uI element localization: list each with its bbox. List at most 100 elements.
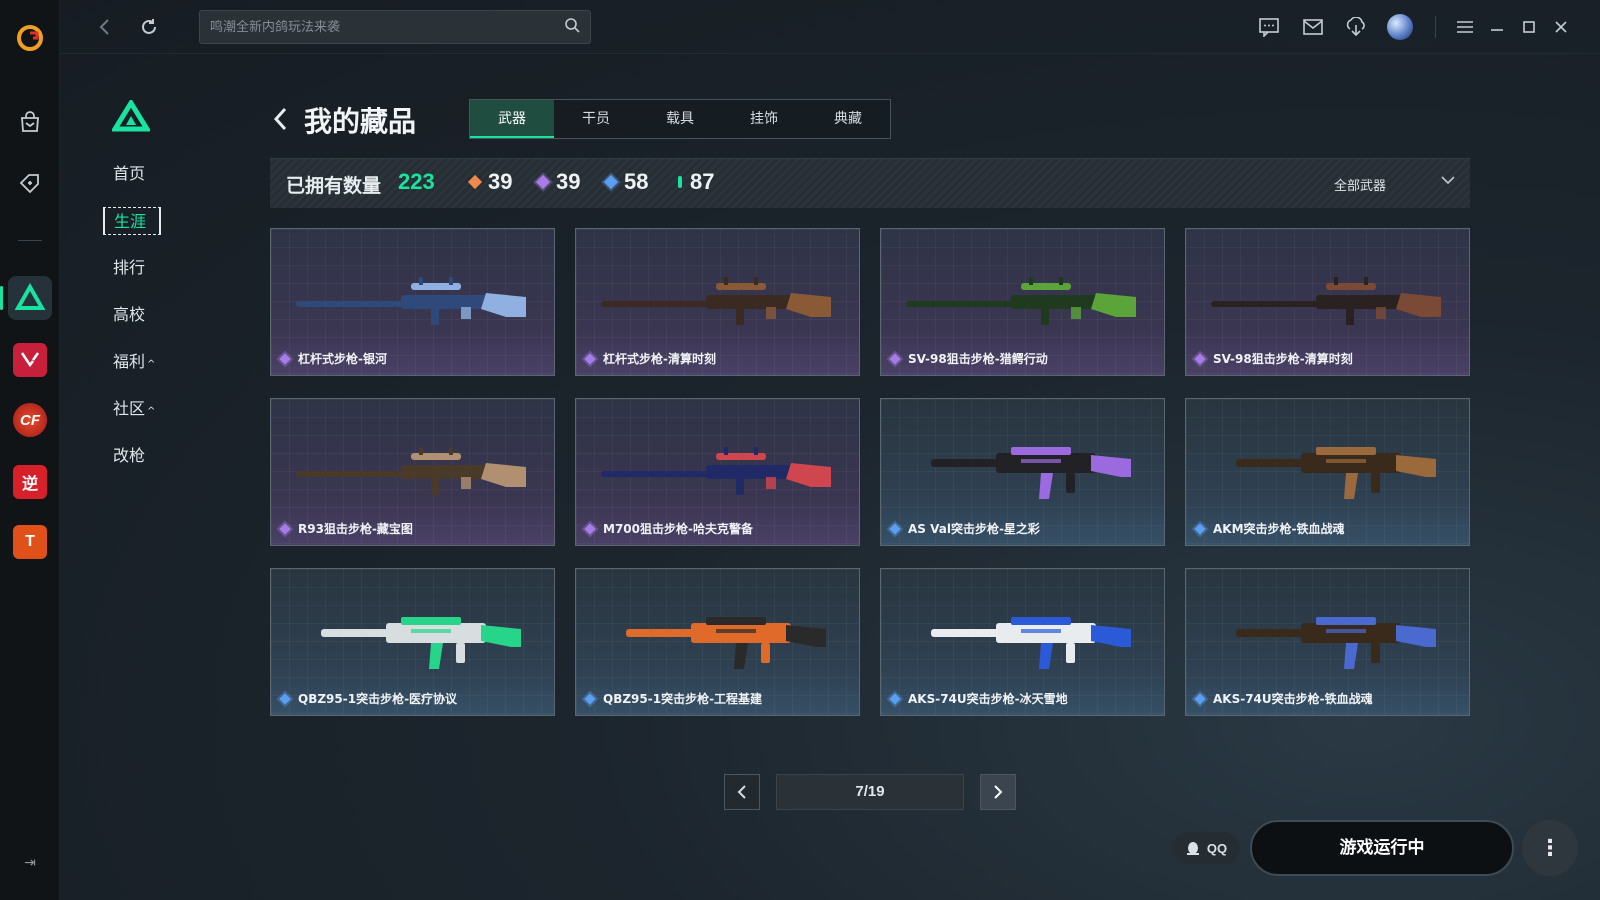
sidebar-item-welfare[interactable]: 福利 ^	[103, 348, 183, 376]
store-bag-icon[interactable]	[8, 100, 52, 144]
weapon-card[interactable]: 杠杆式步枪-清算时刻	[575, 228, 860, 376]
tab-vehicles[interactable]: 载具	[638, 100, 722, 138]
blue-gem-icon	[279, 692, 291, 705]
sidebar-item-home[interactable]: 首页	[103, 160, 183, 188]
weapon-name: QBZ95-1突击步枪-工程基建	[603, 692, 763, 706]
green-gem-icon	[678, 176, 682, 188]
blue-gem-icon	[1194, 522, 1206, 535]
search-icon[interactable]	[564, 17, 580, 38]
weapon-card[interactable]: M700狙击步枪-哈夫克警备	[575, 398, 860, 546]
blue-gem-icon	[889, 522, 901, 535]
delta-force-game-icon[interactable]	[0, 276, 52, 320]
owned-count-value: 223	[398, 169, 435, 194]
weapon-card-label: AKS-74U突击步枪-铁血战魂	[1194, 690, 1373, 707]
coupon-tag-icon[interactable]	[8, 161, 52, 205]
orange-gem-icon	[467, 174, 483, 190]
rarity-count-value: 87	[690, 169, 715, 194]
weapon-card[interactable]: AKS-74U突击步枪-铁血战魂	[1185, 568, 1470, 716]
weapon-name: AS Val突击步枪-星之彩	[908, 522, 1040, 536]
sidebar-item-gunsmith[interactable]: 改枪	[103, 442, 183, 470]
maximize-icon[interactable]	[1516, 14, 1542, 40]
mail-icon[interactable]	[1300, 14, 1326, 40]
weapon-image	[296, 447, 526, 495]
refresh-icon[interactable]	[135, 13, 163, 41]
weapon-image	[1236, 617, 1436, 669]
weapon-name: AKM突击步枪-铁血战魂	[1213, 522, 1345, 536]
rail-separator	[18, 240, 42, 241]
sidebar-item-community[interactable]: 社区 ^	[103, 395, 183, 423]
collapse-sidebar-icon[interactable]: ⇥	[18, 850, 42, 874]
weapon-card-label: 杠杆式步枪-清算时刻	[584, 350, 716, 367]
minimize-icon[interactable]	[1484, 14, 1510, 40]
weapon-image	[296, 277, 526, 325]
weapon-card[interactable]: AS Val突击步枪-星之彩	[880, 398, 1165, 546]
weapon-card[interactable]: QBZ95-1突击步枪-工程基建	[575, 568, 860, 716]
weapon-card-label: QBZ95-1突击步枪-医疗协议	[279, 690, 457, 707]
purple-gem-icon	[535, 174, 551, 190]
sidebar-item-label: 福利	[113, 352, 146, 371]
weapon-name: AKS-74U突击步枪-冰天雪地	[908, 692, 1068, 706]
weapon-image	[906, 277, 1136, 325]
chevron-up-icon: ^	[147, 359, 156, 370]
download-icon[interactable]	[1343, 14, 1369, 40]
app-rail: CF 逆 T ⇥	[0, 0, 60, 900]
category-tabs: 武器 干员 载具 挂饰 典藏	[469, 99, 891, 139]
search-input[interactable]	[210, 19, 564, 35]
weapon-card[interactable]: QBZ95-1突击步枪-医疗协议	[270, 568, 555, 716]
sidebar-item-label: 生涯	[114, 212, 147, 231]
prev-page-button[interactable]	[724, 774, 760, 810]
rarity-count-value: 39	[556, 169, 581, 194]
chat-icon[interactable]	[1256, 14, 1282, 40]
weapon-card[interactable]: SV-98狙击步枪-猎鳄行动	[880, 228, 1165, 376]
tab-weapons[interactable]: 武器	[470, 100, 554, 138]
page-back-icon[interactable]	[270, 104, 294, 134]
game-running-button[interactable]: 游戏运行中	[1250, 820, 1514, 876]
chevron-down-icon[interactable]	[1440, 173, 1456, 191]
qq-label: QQ	[1206, 840, 1228, 856]
rarity-count-purple: 39	[535, 169, 581, 195]
weapon-image	[931, 447, 1131, 499]
tab-charms[interactable]: 挂饰	[722, 100, 806, 138]
menu-icon[interactable]	[1452, 14, 1478, 40]
sidebar-item-label: 改枪	[113, 446, 146, 465]
sidebar-item-college[interactable]: 高校	[103, 301, 183, 329]
tab-operators[interactable]: 干员	[554, 100, 638, 138]
more-options-icon[interactable]: ⋮	[1522, 820, 1578, 876]
tab-collection[interactable]: 典藏	[806, 100, 890, 138]
sidebar-item-ranking[interactable]: 排行	[103, 254, 183, 282]
rarity-count-green: 87	[678, 169, 714, 195]
weapon-card[interactable]: R93狙击步枪-藏宝图	[270, 398, 555, 546]
game-icon-ni-label: 逆	[13, 465, 47, 499]
purple-gem-icon	[584, 352, 596, 365]
weapon-name: 杠杆式步枪-银河	[298, 352, 387, 366]
rarity-count-orange: 39	[467, 169, 513, 195]
weapon-card-label: QBZ95-1突击步枪-工程基建	[584, 690, 763, 707]
weapon-card[interactable]: SV-98狙击步枪-清算时刻	[1185, 228, 1470, 376]
app-logo-icon[interactable]	[8, 16, 52, 60]
sidebar-item-career[interactable]: 生涯	[103, 207, 161, 235]
weapon-image	[931, 617, 1131, 669]
weapon-filter-dropdown[interactable]: 全部武器	[1334, 175, 1386, 194]
qq-penguin-icon	[1186, 842, 1199, 855]
weapon-card-label: AS Val突击步枪-星之彩	[889, 520, 1040, 537]
weapon-card-label: M700狙击步枪-哈夫克警备	[584, 520, 753, 537]
weapon-card[interactable]: AKM突击步枪-铁血战魂	[1185, 398, 1470, 546]
weapon-name: AKS-74U突击步枪-铁血战魂	[1213, 692, 1373, 706]
weapon-card[interactable]: AKS-74U突击步枪-冰天雪地	[880, 568, 1165, 716]
game-icon-t[interactable]: T	[8, 520, 52, 564]
rarity-count-value: 39	[488, 169, 513, 194]
sidebar-item-label: 首页	[113, 164, 146, 183]
back-nav-icon[interactable]	[91, 13, 119, 41]
qq-account-button[interactable]: QQ	[1172, 832, 1240, 864]
search-bar	[199, 10, 591, 44]
weapon-card[interactable]: 杠杆式步枪-银河	[270, 228, 555, 376]
valorant-game-icon[interactable]	[8, 338, 52, 382]
close-icon[interactable]	[1548, 14, 1574, 40]
blue-gem-icon	[889, 692, 901, 705]
blue-gem-icon	[1194, 692, 1206, 705]
next-page-button[interactable]	[980, 774, 1016, 810]
game-icon-ni[interactable]: 逆	[8, 460, 52, 504]
user-avatar[interactable]	[1387, 14, 1413, 40]
crossfire-game-icon[interactable]: CF	[8, 398, 52, 442]
owned-count-label: 已拥有数量	[286, 175, 382, 197]
